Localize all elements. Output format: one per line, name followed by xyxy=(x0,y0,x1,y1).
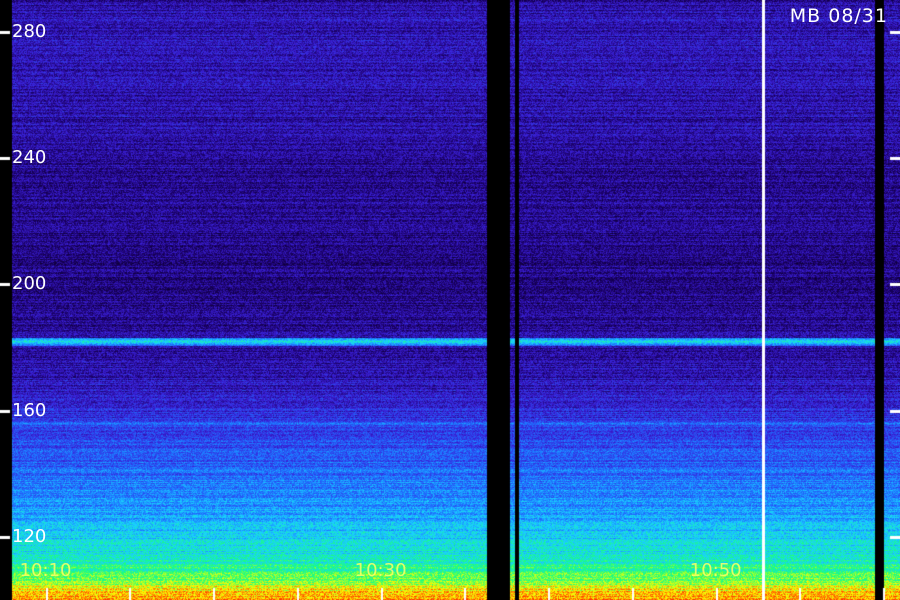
x-time-label: 10:50 xyxy=(689,560,742,581)
y-tick-label: 280 xyxy=(12,21,47,42)
station-date-label: MB 08/31 xyxy=(789,5,888,27)
x-time-label: 10:10 xyxy=(19,560,72,581)
y-tick-label: 200 xyxy=(12,273,47,294)
y-tick-label: 160 xyxy=(12,400,47,421)
y-tick-label: 240 xyxy=(12,147,47,168)
x-time-label: 10:30 xyxy=(354,560,407,581)
y-tick-label: 120 xyxy=(12,526,47,547)
spectrogram-canvas xyxy=(0,0,900,600)
